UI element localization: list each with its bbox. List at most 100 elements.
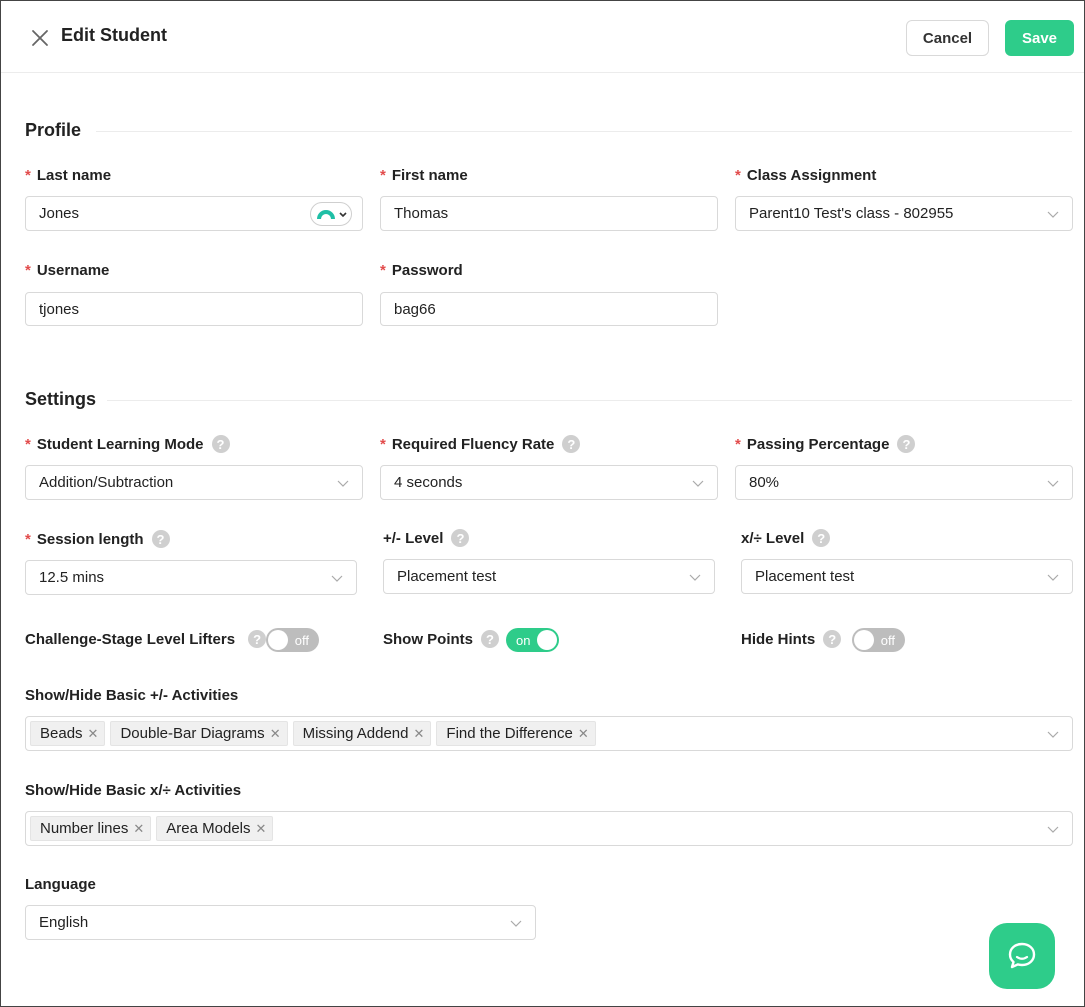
passing-percentage-value: 80% <box>749 474 780 491</box>
addsub-activities-select[interactable]: Beads ✕ Double-Bar Diagrams ✕ Missing Adde… <box>25 716 1073 751</box>
chevron-down-icon <box>1047 826 1059 833</box>
username-label: * Username <box>25 262 109 279</box>
session-length-select[interactable]: 12.5 mins <box>25 560 357 595</box>
chat-button[interactable] <box>989 923 1055 989</box>
first-name-label-text: First name <box>391 167 468 184</box>
edit-student-dialog <box>0 0 1085 1007</box>
passing-percentage-label: * Passing Percentage? <box>735 435 916 453</box>
required-marker: * <box>25 435 31 453</box>
help-icon[interactable]: ? <box>451 529 470 547</box>
passing-percentage-select[interactable]: 80% <box>735 465 1073 500</box>
page-title: Edit Student <box>61 25 167 45</box>
required-marker: * <box>25 262 31 279</box>
language-label: Language <box>25 876 96 893</box>
class-assignment-value: Parent10 Test's class - 802955 <box>749 205 954 222</box>
addsub-level-label: +/- Level? <box>383 529 470 547</box>
learning-mode-label-text: Student Learning Mode <box>36 435 204 453</box>
addsub-level-value: Placement test <box>397 568 497 585</box>
last-name-field[interactable]: Jones <box>25 196 363 231</box>
fluency-rate-value: 4 seconds <box>394 474 463 491</box>
activity-tag-label: Beads <box>40 725 83 742</box>
first-name-label: * First name <box>380 167 468 184</box>
activity-tag: Double-Bar Diagrams ✕ <box>110 721 288 746</box>
help-icon[interactable]: ? <box>562 435 581 453</box>
help-icon[interactable]: ? <box>823 630 842 648</box>
session-length-value: 12.5 mins <box>39 569 105 586</box>
first-name-field[interactable]: Thomas <box>380 196 718 231</box>
hide-hints-toggle[interactable]: off <box>852 628 905 652</box>
chevron-down-icon <box>331 575 343 582</box>
help-icon[interactable]: ? <box>211 435 230 453</box>
chevron-down-icon <box>1047 731 1059 738</box>
first-name-value: Thomas <box>394 205 449 222</box>
muldiv-activities-label: Show/Hide Basic x/÷ Activities <box>25 782 242 799</box>
activity-tag: Missing Addend ✕ <box>292 721 432 746</box>
fluency-rate-select[interactable]: 4 seconds <box>380 465 718 500</box>
username-field[interactable]: tjones <box>25 292 363 326</box>
chevron-down-icon <box>689 574 701 581</box>
show-points-toggle[interactable]: on <box>506 628 559 652</box>
dialog-header: Edit Student Cancel Save <box>1 1 1084 73</box>
chevron-down-icon <box>1047 574 1059 581</box>
show-points-label-text: Show Points <box>383 630 473 648</box>
required-marker: * <box>25 530 31 548</box>
required-marker: * <box>735 435 741 453</box>
muldiv-level-label: x/÷ Level? <box>741 529 831 547</box>
chevron-down-icon <box>337 480 349 487</box>
password-field[interactable]: bag66 <box>380 292 718 326</box>
language-value: English <box>39 914 89 931</box>
remove-tag-icon[interactable]: ✕ <box>578 726 589 742</box>
class-assignment-select[interactable]: Parent10 Test's class - 802955 <box>735 196 1073 231</box>
toggle-knob <box>854 630 874 650</box>
help-icon[interactable]: ? <box>481 630 499 648</box>
learning-mode-select[interactable]: Addition/Subtraction <box>25 465 363 500</box>
cancel-button[interactable]: Cancel <box>906 20 989 56</box>
password-manager-icon[interactable] <box>310 202 352 226</box>
section-divider <box>107 400 1072 401</box>
password-label-text: Password <box>391 262 463 279</box>
save-button[interactable]: Save <box>1005 20 1074 56</box>
help-icon[interactable]: ? <box>812 529 831 547</box>
last-name-value: Jones <box>39 205 80 222</box>
username-label-text: Username <box>36 262 110 279</box>
chevron-down-icon <box>1047 480 1059 487</box>
challenge-lifters-toggle[interactable]: off <box>266 628 319 652</box>
hide-hints-label-text: Hide Hints <box>741 630 816 648</box>
toggle-state-text: on <box>516 633 531 648</box>
remove-tag-icon[interactable]: ✕ <box>414 726 425 742</box>
fluency-rate-label: * Required Fluency Rate? <box>380 435 581 453</box>
session-length-label-text: Session length <box>36 530 144 548</box>
activity-tag-label: Find the Difference <box>446 725 573 742</box>
help-icon[interactable]: ? <box>248 630 267 648</box>
last-name-label: * Last name <box>25 167 111 184</box>
remove-tag-icon[interactable]: ✕ <box>133 821 144 837</box>
activity-tag: Beads ✕ <box>30 721 106 746</box>
close-icon[interactable] <box>29 27 51 49</box>
toggle-knob <box>537 630 557 650</box>
activity-tag-label: Double-Bar Diagrams <box>120 725 265 742</box>
username-value: tjones <box>39 300 80 318</box>
learning-mode-value: Addition/Subtraction <box>39 474 174 491</box>
password-value: bag66 <box>394 300 436 318</box>
activity-tag-label: Area Models <box>166 820 251 837</box>
class-assignment-label-text: Class Assignment <box>746 167 877 184</box>
language-select[interactable]: English <box>25 905 536 940</box>
challenge-lifters-label: Challenge-Stage Level Lifters? <box>25 630 267 648</box>
help-icon[interactable]: ? <box>897 435 916 453</box>
passing-percentage-label-text: Passing Percentage <box>746 435 890 453</box>
remove-tag-icon[interactable]: ✕ <box>256 821 267 837</box>
muldiv-level-select[interactable]: Placement test <box>741 559 1073 594</box>
remove-tag-icon[interactable]: ✕ <box>88 726 99 742</box>
addsub-level-select[interactable]: Placement test <box>383 559 715 594</box>
toggle-knob <box>268 630 288 650</box>
chevron-down-icon <box>510 920 522 927</box>
chat-bubble-icon <box>1008 942 1036 969</box>
help-icon[interactable]: ? <box>151 530 170 548</box>
section-divider <box>96 131 1072 132</box>
activity-tag-label: Number lines <box>40 820 129 837</box>
remove-tag-icon[interactable]: ✕ <box>270 726 281 742</box>
addsub-level-label-text: +/- Level <box>383 529 444 547</box>
muldiv-activities-select[interactable]: Number lines ✕ Area Models ✕ <box>25 811 1073 846</box>
toggle-state-text: off <box>880 633 895 648</box>
hide-hints-label: Hide Hints? <box>741 630 842 648</box>
